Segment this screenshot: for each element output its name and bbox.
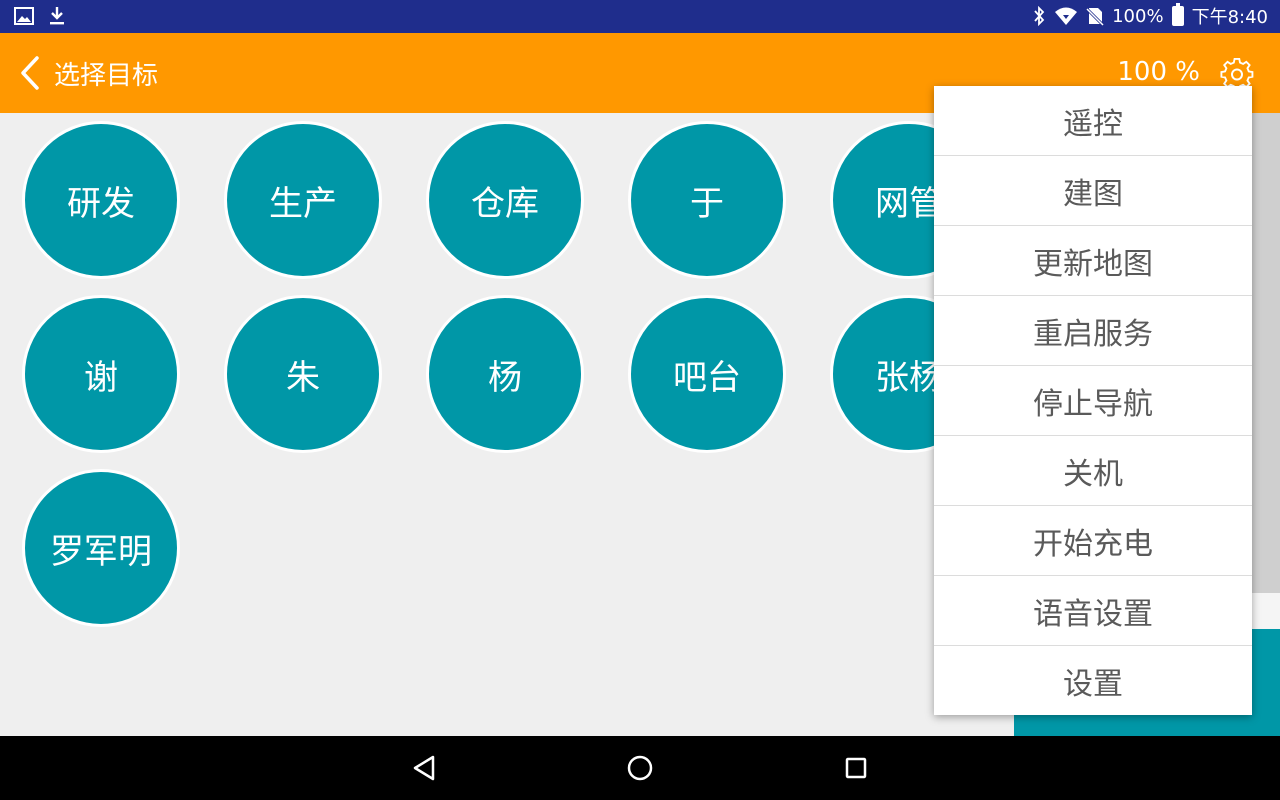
target-label: 张杨 (875, 357, 943, 398)
target-label: 研发 (67, 183, 135, 224)
target-button[interactable]: 研发 (22, 121, 180, 279)
battery-percent: 100% (1112, 5, 1164, 27)
target-button[interactable]: 于 (628, 121, 786, 279)
no-sim-icon (1086, 6, 1105, 26)
status-bar: 100% 下午8:40 (0, 0, 1280, 33)
target-label: 罗军明 (50, 531, 152, 572)
bluetooth-icon (1032, 6, 1046, 26)
menu-item-remote-control[interactable]: 遥控 (934, 86, 1252, 156)
back-triangle-icon (413, 755, 435, 781)
target-label: 于 (690, 183, 724, 224)
menu-item-update-map[interactable]: 更新地图 (934, 226, 1252, 296)
battery-icon (1171, 3, 1184, 26)
nav-back-button[interactable] (406, 750, 442, 786)
nav-home-button[interactable] (622, 750, 658, 786)
menu-item-stop-navigation[interactable]: 停止导航 (934, 366, 1252, 436)
side-panel (1252, 113, 1280, 593)
target-button[interactable]: 谢 (22, 295, 180, 453)
side-panel-gap (1252, 593, 1280, 629)
menu-item-build-map[interactable]: 建图 (934, 156, 1252, 226)
target-button[interactable]: 杨 (426, 295, 584, 453)
target-button[interactable]: 仓库 (426, 121, 584, 279)
target-button[interactable]: 朱 (224, 295, 382, 453)
status-left-icons (14, 6, 66, 30)
battery-fill (1173, 8, 1182, 24)
overflow-menu: 遥控 建图 更新地图 重启服务 停止导航 关机 开始充电 语音设置 设置 (934, 86, 1252, 715)
download-icon (48, 6, 66, 30)
target-label: 谢 (84, 357, 118, 398)
recents-square-icon (845, 757, 867, 779)
status-right-icons: 100% 下午8:40 (1032, 3, 1268, 28)
target-label: 生产 (269, 183, 337, 224)
target-button[interactable]: 生产 (224, 121, 382, 279)
nav-recents-button[interactable] (838, 750, 874, 786)
menu-item-voice-settings[interactable]: 语音设置 (934, 576, 1252, 646)
menu-item-settings[interactable]: 设置 (934, 646, 1252, 716)
menu-item-start-charging[interactable]: 开始充电 (934, 506, 1252, 576)
target-label: 杨 (488, 357, 522, 398)
back-button[interactable] (12, 53, 48, 93)
target-label: 朱 (286, 357, 320, 398)
target-label: 仓库 (471, 183, 539, 224)
menu-item-shutdown[interactable]: 关机 (934, 436, 1252, 506)
menu-item-restart-service[interactable]: 重启服务 (934, 296, 1252, 366)
target-label: 吧台 (673, 357, 741, 398)
chevron-left-icon (21, 56, 39, 90)
navigation-bar (0, 736, 1280, 800)
target-label: 网管 (875, 183, 943, 224)
wifi-icon (1054, 6, 1078, 26)
charge-percent: 100 % (1117, 57, 1200, 87)
page-title: 选择目标 (54, 61, 159, 91)
image-icon (14, 7, 34, 29)
home-circle-icon (627, 755, 653, 781)
clock: 下午8:40 (1191, 7, 1268, 28)
target-button[interactable]: 吧台 (628, 295, 786, 453)
target-button[interactable]: 罗军明 (22, 469, 180, 627)
